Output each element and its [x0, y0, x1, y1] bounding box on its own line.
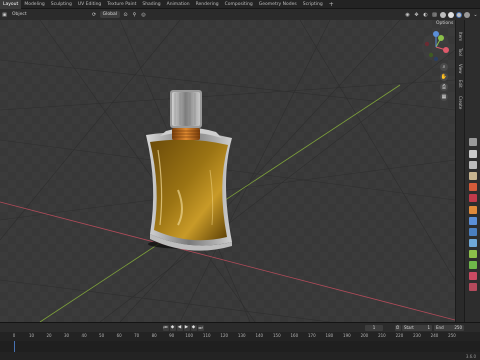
workspace-tab-animation[interactable]: Animation: [164, 0, 193, 9]
workspace-tab-shading[interactable]: Shading: [139, 0, 163, 9]
version-label: 3.6.0: [465, 353, 476, 359]
overlays-icon[interactable]: ◐: [422, 11, 429, 18]
orientation-icon: ⟳: [92, 11, 97, 18]
visibility-icon[interactable]: ◉: [404, 11, 411, 18]
end-frame-field[interactable]: End 250: [434, 324, 464, 331]
timeline-tick-label: 160: [290, 333, 299, 338]
snap-icon[interactable]: ⚲: [131, 11, 138, 18]
workspace-tab-sculpting[interactable]: Sculpting: [48, 0, 75, 9]
start-frame-field[interactable]: Start 1: [402, 324, 432, 331]
timeline-tick-label: 150: [272, 333, 281, 338]
timeline-tick-label: 190: [343, 333, 351, 338]
timeline-tick-label: 130: [237, 333, 246, 338]
material-properties-icon[interactable]: [469, 272, 477, 280]
timeline-tick-label: 140: [255, 333, 264, 338]
timeline-tick-label: 230: [413, 333, 421, 338]
perspective-toggle-icon[interactable]: ▦: [440, 93, 448, 101]
workspace-tab-modeling[interactable]: Modeling: [21, 0, 47, 9]
timeline-tick-label: 80: [151, 333, 157, 338]
timeline-tick-label: 200: [360, 333, 369, 338]
workspace-tab-uv-editing[interactable]: UV Editing: [75, 0, 104, 9]
modifier-properties-icon[interactable]: [469, 217, 477, 225]
viewport-header: ▣ Object ⟳ Global ⊙ ⚲ ◎ ◉ ✥ ◐ ▨ ⌄: [0, 9, 480, 20]
world-properties-icon[interactable]: [469, 194, 477, 202]
render-properties-icon[interactable]: [469, 150, 477, 158]
workspace-tab-rendering[interactable]: Rendering: [193, 0, 222, 9]
xray-icon[interactable]: ▨: [431, 11, 438, 18]
timeline-tick-label: 210: [378, 333, 386, 338]
current-frame-field[interactable]: 1: [365, 324, 383, 331]
timeline-tick-label: 40: [81, 333, 87, 338]
workspace-tab-bar: Layout Modeling Sculpting UV Editing Texture…: [0, 0, 480, 9]
play-reverse-icon[interactable]: ◀: [176, 324, 183, 331]
object-mode-menu[interactable]: Object: [9, 9, 30, 20]
timeline-tick-label: 220: [395, 333, 404, 338]
shading-options-icon[interactable]: ⌄: [472, 11, 479, 18]
viewport-background: [0, 20, 455, 322]
timeline-header: ⏮ ◆ ◀ ▶ ◆ ⏭ 1 ⏱ Start 1 End 250: [0, 323, 480, 332]
timeline-tick-label: 250: [448, 333, 456, 338]
timeline-tick-label: 50: [99, 333, 105, 338]
particle-properties-icon[interactable]: [469, 228, 477, 236]
view-layer-properties-icon[interactable]: [469, 172, 477, 180]
pivot-icon[interactable]: ⊙: [122, 11, 129, 18]
data-properties-icon[interactable]: [469, 261, 477, 269]
transform-orientation-dropdown[interactable]: Global: [99, 11, 121, 18]
texture-properties-icon[interactable]: [469, 283, 477, 291]
physics-properties-icon[interactable]: [469, 239, 477, 247]
gizmo-x-axis-icon: [443, 47, 449, 53]
timeline-tick-label: 60: [116, 333, 122, 338]
workspace-tab-layout[interactable]: Layout: [0, 0, 22, 9]
timeline-ruler[interactable]: 0 10 20 30 40 50 60 70 80 90 100 110 120 130 140 150 160…: [0, 333, 480, 341]
output-properties-icon[interactable]: [469, 161, 477, 169]
timeline-tick-label: 70: [134, 333, 140, 338]
workspace-tab-compositing[interactable]: Compositing: [222, 0, 256, 9]
add-workspace-button[interactable]: +: [326, 0, 337, 9]
viewport-canvas[interactable]: [0, 20, 455, 322]
gizmo-y-axis-icon: [438, 35, 444, 41]
wireframe-shading-icon[interactable]: [440, 11, 446, 18]
timeline-tick-label: 90: [169, 333, 175, 338]
timeline-tick-label: 170: [308, 333, 316, 338]
proportional-edit-icon[interactable]: ◎: [140, 11, 147, 18]
gizmo-z-axis-icon: [433, 31, 439, 37]
timeline-tick-label: 30: [64, 333, 70, 338]
zoom-icon[interactable]: ⌕: [440, 63, 448, 71]
viewport-options-button[interactable]: Options: [436, 21, 453, 26]
solid-shading-icon[interactable]: [448, 11, 454, 18]
timeline-tick-label: 100: [185, 333, 194, 338]
properties-editor-tabs: [464, 20, 480, 322]
3d-viewport[interactable]: Options ⌕ ✋ ⎙ ▦: [0, 20, 455, 322]
timeline-tick-label: 0: [12, 333, 16, 338]
preview-range-icon[interactable]: ⏱: [394, 324, 401, 331]
editor-type-icon[interactable]: ▣: [1, 11, 8, 18]
material-preview-shading-icon[interactable]: [456, 11, 462, 18]
timeline-tick-label: 240: [430, 333, 439, 338]
next-keyframe-icon[interactable]: ◆: [190, 324, 197, 331]
prev-keyframe-icon[interactable]: ◆: [169, 324, 176, 331]
constraint-properties-icon[interactable]: [469, 250, 477, 258]
jump-start-icon[interactable]: ⏮: [162, 324, 169, 331]
jump-end-icon[interactable]: ⏭: [197, 324, 204, 331]
timeline-tick-label: 20: [46, 333, 52, 338]
timeline-tick-label: 10: [28, 333, 35, 338]
scene-properties-icon[interactable]: [469, 183, 477, 191]
gizmo-toggle-icon[interactable]: ✥: [413, 11, 420, 18]
tool-properties-icon[interactable]: [469, 138, 477, 146]
timeline-tick-label: 120: [220, 333, 229, 338]
timeline-tick-label: 180: [325, 333, 334, 338]
play-icon[interactable]: ▶: [183, 324, 190, 331]
timeline-tick-label: 110: [202, 333, 211, 338]
camera-view-icon[interactable]: ⎙: [440, 83, 448, 91]
pan-hand-icon[interactable]: ✋: [440, 73, 448, 81]
object-properties-icon[interactable]: [469, 206, 477, 214]
sidebar-tabs: Item Tool View Edit Create: [455, 20, 464, 322]
workspace-tab-scripting[interactable]: Scripting: [300, 0, 326, 9]
status-bar: 3.6.0: [0, 352, 480, 360]
workspace-tab-texture-paint[interactable]: Texture Paint: [104, 0, 139, 9]
rendered-shading-icon[interactable]: [464, 11, 470, 18]
workspace-tab-geometry-nodes[interactable]: Geometry Nodes: [256, 0, 300, 9]
